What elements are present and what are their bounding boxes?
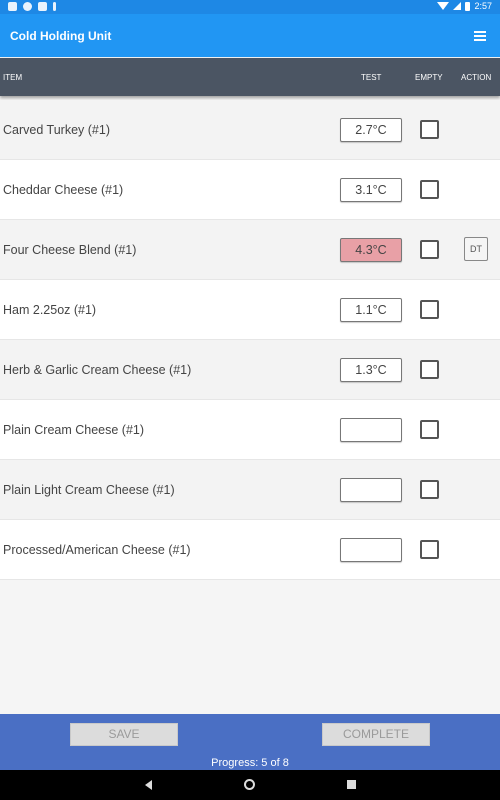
table-row: Processed/American Cheese (#1) [0,520,500,580]
table-row: Carved Turkey (#1) 2.7°C [0,100,500,160]
temperature-input[interactable]: 2.7°C [340,118,402,142]
system-icons: 2:57 [437,1,492,11]
recent-apps-icon[interactable] [347,780,356,789]
item-name: Herb & Garlic Cream Cheese (#1) [3,363,192,377]
column-header-item: ITEM [3,73,23,82]
column-header-empty: EMPTY [415,73,443,82]
empty-checkbox[interactable] [420,300,439,319]
item-name: Plain Cream Cheese (#1) [3,423,145,437]
table-row: Plain Light Cream Cheese (#1) [0,460,500,520]
progress-text: Progress: 5 of 8 [211,757,289,769]
battery-icon [465,1,471,11]
column-header-action: ACTION [461,73,492,82]
complete-button[interactable]: COMPLETE [322,723,430,746]
status-bar: 2:57 [0,0,500,14]
back-icon[interactable] [145,780,152,790]
save-button[interactable]: SAVE [70,723,178,746]
temperature-input[interactable]: 1.1°C [340,298,402,322]
page-title: Cold Holding Unit [10,29,112,43]
empty-checkbox[interactable] [420,420,439,439]
item-name: Cheddar Cheese (#1) [3,183,124,197]
table-row: Ham 2.25oz (#1) 1.1°C [0,280,500,340]
temperature-input[interactable]: 3.1°C [340,178,402,202]
temperature-input[interactable] [340,538,402,562]
item-name: Processed/American Cheese (#1) [3,543,191,557]
table-header: ITEM TEST EMPTY ACTION [0,58,500,96]
empty-checkbox[interactable] [420,240,439,259]
empty-checkbox[interactable] [420,180,439,199]
temperature-input[interactable]: 1.3°C [340,358,402,382]
footer-bar: SAVE COMPLETE Progress: 5 of 8 [0,714,500,770]
item-name: Four Cheese Blend (#1) [3,243,137,257]
temperature-input[interactable]: 4.3°C [340,238,402,262]
empty-checkbox[interactable] [420,540,439,559]
temperature-input[interactable] [340,478,402,502]
home-icon[interactable] [244,779,255,790]
notification-icons [8,2,56,11]
empty-checkbox[interactable] [420,480,439,499]
item-name: Ham 2.25oz (#1) [3,303,97,317]
empty-checkbox[interactable] [420,120,439,139]
wifi-icon [437,2,450,10]
clock: 2:57 [474,1,492,11]
sync-icon [23,2,32,11]
column-header-test: TEST [361,73,382,82]
temperature-input[interactable] [340,418,402,442]
table-row: Cheddar Cheese (#1) 3.1°C [0,160,500,220]
table-row: Plain Cream Cheese (#1) [0,400,500,460]
action-dt-button[interactable]: DT [464,237,488,261]
empty-checkbox[interactable] [420,360,439,379]
item-list: Carved Turkey (#1) 2.7°C Cheddar Cheese (#… [0,100,500,580]
android-nav-bar [0,770,500,800]
item-name: Plain Light Cream Cheese (#1) [3,483,175,497]
download-icon [53,2,56,11]
hamburger-menu-icon[interactable] [474,31,486,41]
item-name: Carved Turkey (#1) [3,123,110,137]
table-row: Herb & Garlic Cream Cheese (#1) 1.3°C [0,340,500,400]
notification-icon [8,2,17,11]
signal-icon [453,2,462,10]
app-bar: Cold Holding Unit [0,14,500,57]
table-row: Four Cheese Blend (#1) 4.3°C DT [0,220,500,280]
clipboard-icon [38,2,47,11]
